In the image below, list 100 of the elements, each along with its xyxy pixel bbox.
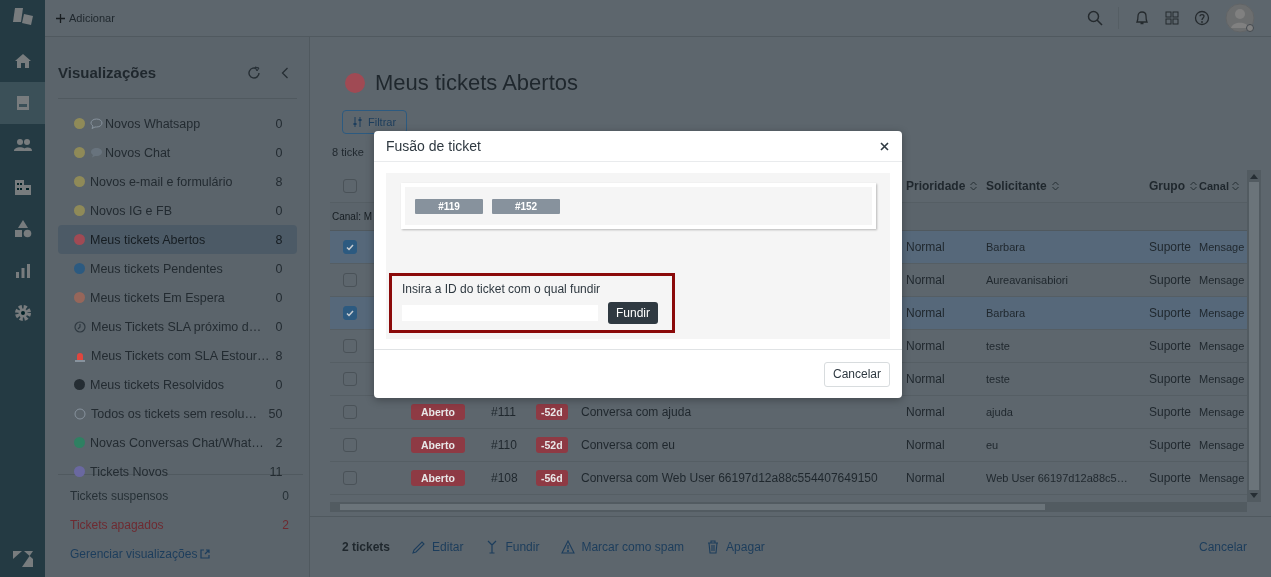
add-button[interactable]: Adicionar — [56, 12, 115, 24]
warning-icon — [561, 540, 576, 554]
requester-cell: ajuda — [986, 406, 1013, 418]
view-item[interactable]: Todos os tickets sem resolu… 50 — [58, 399, 297, 428]
cancel-button[interactable]: Cancelar — [1198, 540, 1247, 554]
view-count: 0 — [275, 145, 283, 160]
priority-cell: Normal — [906, 438, 945, 452]
group-cell: Suporte — [1149, 438, 1192, 452]
view-item[interactable]: Tickets Novos 11 — [58, 457, 297, 486]
sort-icon — [970, 181, 978, 191]
requester-cell: Web User 66197d12a88c5… — [986, 472, 1128, 484]
view-count: 0 — [275, 261, 283, 276]
view-item[interactable]: Novos e-mail e formulário 8 — [58, 167, 297, 196]
buildings-icon — [12, 177, 33, 197]
manage-link[interactable]: Gerenciar visualizações — [70, 539, 289, 568]
channel-cell: Mensage — [1199, 373, 1245, 385]
age-badge: -56d — [536, 470, 568, 486]
speech-bubble-icon — [90, 118, 103, 129]
view-count: 2 — [282, 517, 289, 532]
view-count: 8 — [275, 232, 283, 247]
view-count: 11 — [269, 464, 283, 479]
view-link[interactable]: Tickets apagados 2 — [70, 510, 289, 539]
action-button[interactable]: Marcar como spam — [561, 540, 685, 554]
help-icon[interactable] — [1194, 10, 1210, 26]
age-badge: -52d — [536, 404, 568, 420]
action-button[interactable]: Apagar — [706, 540, 765, 554]
sort-icon — [1231, 181, 1239, 191]
settings-icon — [12, 303, 33, 323]
view-item[interactable]: Novas Conversas Chat/What… 2 — [58, 428, 297, 457]
requester-cell: Barbara — [986, 241, 1026, 253]
scrollbar[interactable] — [330, 502, 1247, 512]
table-row[interactable]: Aberto #110 -52d Conversa com eu Normal eu Suporte Mensage — [330, 429, 1247, 462]
shapes-icon — [12, 219, 33, 239]
trash-icon — [706, 540, 721, 554]
bell-icon[interactable] — [1134, 10, 1150, 26]
table-row[interactable]: Aberto #108 -56d Conversa com Web User 66197d12a88c554407649150 Normal Web User 66197d12a88c5… Suporte Mensage — [330, 462, 1247, 495]
requester-cell: teste — [986, 373, 1010, 385]
logo-icon — [12, 8, 33, 26]
chevron-left-icon[interactable] — [281, 66, 289, 79]
sort-icon — [1051, 181, 1059, 191]
scrollbar[interactable] — [1247, 170, 1261, 502]
action-button[interactable]: Fundir — [485, 540, 540, 554]
view-item[interactable]: Meus tickets Pendentes 0 — [58, 254, 297, 283]
ticket-id: #110 — [491, 438, 517, 452]
ticket-subject[interactable]: Conversa com ajuda — [581, 405, 692, 419]
view-count: 0 — [275, 203, 283, 218]
page-title: Meus tickets Abertos — [375, 70, 578, 96]
view-item[interactable]: Meus tickets Abertos 8 — [58, 225, 297, 254]
priority-cell: Normal — [906, 372, 945, 386]
view-count: 0 — [275, 319, 283, 334]
ticket-subject[interactable]: Conversa com eu — [581, 438, 676, 452]
group-cell: Suporte — [1149, 273, 1192, 287]
nav-button[interactable] — [0, 82, 45, 124]
grid-icon[interactable] — [1165, 11, 1179, 25]
channel-cell: Mensage — [1199, 472, 1245, 484]
view-item[interactable]: Novos Whatsapp 0 — [58, 109, 297, 138]
requester-cell: teste — [986, 340, 1010, 352]
external-link-icon — [200, 548, 211, 559]
view-item[interactable]: Novos Chat 0 — [58, 138, 297, 167]
field-label: Insira a ID do ticket com o qual fundir — [402, 282, 602, 296]
plus-icon — [56, 13, 65, 23]
ticket-id: #108 — [491, 471, 518, 485]
channel-cell: Mensage — [1199, 340, 1245, 352]
cancel-button[interactable]: Cancelar — [823, 361, 890, 387]
refresh-icon[interactable] — [247, 65, 261, 80]
view-item[interactable]: Meus tickets Resolvidos 0 — [58, 370, 297, 399]
channel-cell: Mensage — [1199, 406, 1245, 418]
column-header[interactable]: Grupo — [1149, 179, 1197, 193]
column-header[interactable]: Solicitante — [986, 179, 1059, 193]
merge-button[interactable]: Fundir — [608, 302, 658, 324]
channel-cell: Mensage — [1199, 241, 1245, 253]
view-count: 2 — [275, 435, 283, 450]
arrow-up-icon — [1250, 174, 1258, 179]
column-header[interactable]: Canal — [1199, 180, 1239, 192]
requester-cell: Barbara — [986, 307, 1026, 319]
view-item[interactable]: Novos IG e FB 0 — [58, 196, 297, 225]
channel-cell: Mensage — [1199, 439, 1245, 451]
checkbox[interactable] — [343, 240, 357, 254]
requester-cell: eu — [986, 439, 999, 451]
group-cell: Suporte — [1149, 405, 1192, 419]
view-item[interactable]: Meus tickets Em Espera 0 — [58, 283, 297, 312]
group-cell: Suporte — [1149, 471, 1192, 485]
requester-cell: Aureavanisabiori — [986, 274, 1068, 286]
group-cell: Suporte — [1149, 240, 1192, 254]
action-button[interactable]: Editar — [412, 540, 464, 554]
check-icon — [346, 243, 354, 251]
search-icon[interactable] — [1087, 10, 1103, 26]
brand-icon — [12, 551, 33, 567]
close-icon[interactable] — [880, 141, 889, 151]
priority-cell: Normal — [906, 306, 945, 320]
status-badge: Aberto — [411, 437, 465, 453]
ticket-subject[interactable]: Conversa com Web User 66197d12a88c554407649150 — [581, 471, 878, 485]
checkbox[interactable] — [343, 306, 357, 320]
filter-button[interactable]: Filtrar — [342, 110, 408, 134]
status-badge: Aberto — [411, 470, 465, 486]
priority-cell: Normal — [906, 240, 945, 254]
avatar-icon[interactable] — [1225, 3, 1255, 33]
view-item[interactable]: Meus Tickets com SLA Estour… 8 — [58, 341, 297, 370]
column-header[interactable]: Prioridade — [906, 179, 978, 193]
view-count: 0 — [275, 377, 283, 392]
